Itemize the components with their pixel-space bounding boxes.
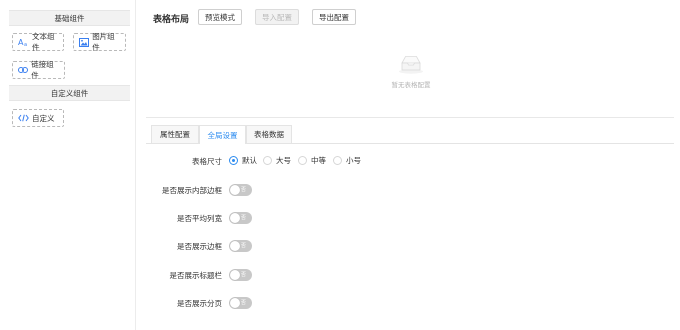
size-option-label: 大号 [276, 156, 291, 165]
image-icon [79, 37, 90, 47]
show-pagination-label: 是否展示分页 [177, 299, 222, 308]
equal-column-width-label: 是否平均列宽 [177, 214, 222, 223]
radio-dot [333, 156, 342, 165]
show-border-switch[interactable]: 否 [229, 240, 252, 252]
equal-column-width-switch[interactable]: 否 [229, 212, 252, 224]
show-header-label: 是否展示标题栏 [169, 271, 223, 280]
show-border-label: 是否展示边框 [177, 242, 222, 251]
radio-dot [263, 156, 272, 165]
switch-state-text: 否 [241, 187, 247, 193]
basic-components-header: 基础组件 [9, 10, 130, 26]
text-component-label: 文本组件 [32, 32, 55, 52]
tab-global-settings[interactable]: 全局设置 [199, 125, 246, 144]
page-title: 表格布局 [153, 15, 190, 25]
export-config-button[interactable]: 导出配置 [312, 9, 356, 25]
section-divider [146, 117, 674, 118]
show-header-switch[interactable]: 否 [229, 269, 252, 281]
size-option-label: 小号 [346, 156, 361, 165]
custom-component-button[interactable]: 自定义 [12, 109, 64, 127]
empty-state-text: 暂无表格配置 [391, 81, 431, 89]
empty-box-icon [398, 54, 424, 74]
code-icon [18, 113, 29, 123]
link-component-button[interactable]: 链接组件 [12, 60, 65, 80]
tab-properties[interactable]: 属性配置 [151, 125, 199, 143]
switch-state-text: 否 [241, 215, 247, 221]
text-component-button[interactable]: Aa 文本组件 [12, 32, 64, 52]
table-size-label: 表格尺寸 [192, 157, 222, 166]
switch-state-text: 否 [241, 272, 247, 278]
custom-components-header: 自定义组件 [9, 85, 130, 101]
switch-knob [230, 213, 240, 223]
size-option-large[interactable]: 大号 [263, 155, 291, 166]
show-inner-border-label: 是否展示内部边框 [162, 186, 222, 195]
preview-mode-button[interactable]: 预览模式 [198, 9, 242, 25]
import-config-button[interactable]: 导入配置 [255, 9, 299, 25]
switch-knob [230, 185, 240, 195]
size-option-medium[interactable]: 中等 [298, 155, 326, 166]
link-component-label: 链接组件 [31, 60, 54, 80]
switch-knob [230, 270, 240, 280]
radio-dot [229, 156, 238, 165]
image-component-button[interactable]: 图片组件 [73, 32, 126, 52]
switch-knob [230, 298, 240, 308]
switch-knob [230, 241, 240, 251]
tab-table-data[interactable]: 表格数据 [246, 125, 292, 143]
radio-dot [298, 156, 307, 165]
size-option-default[interactable]: 默认 [229, 155, 257, 166]
size-option-label: 默认 [242, 156, 257, 165]
link-icon [18, 65, 29, 75]
switch-state-text: 否 [241, 243, 247, 249]
svg-text:a: a [24, 42, 27, 47]
text-icon: Aa [18, 37, 29, 47]
image-component-label: 图片组件 [92, 32, 115, 52]
size-option-small[interactable]: 小号 [333, 155, 361, 166]
size-option-label: 中等 [311, 156, 326, 165]
show-pagination-switch[interactable]: 否 [229, 297, 252, 309]
show-inner-border-switch[interactable]: 否 [229, 184, 252, 196]
custom-component-label: 自定义 [32, 113, 55, 123]
switch-state-text: 否 [241, 300, 247, 306]
